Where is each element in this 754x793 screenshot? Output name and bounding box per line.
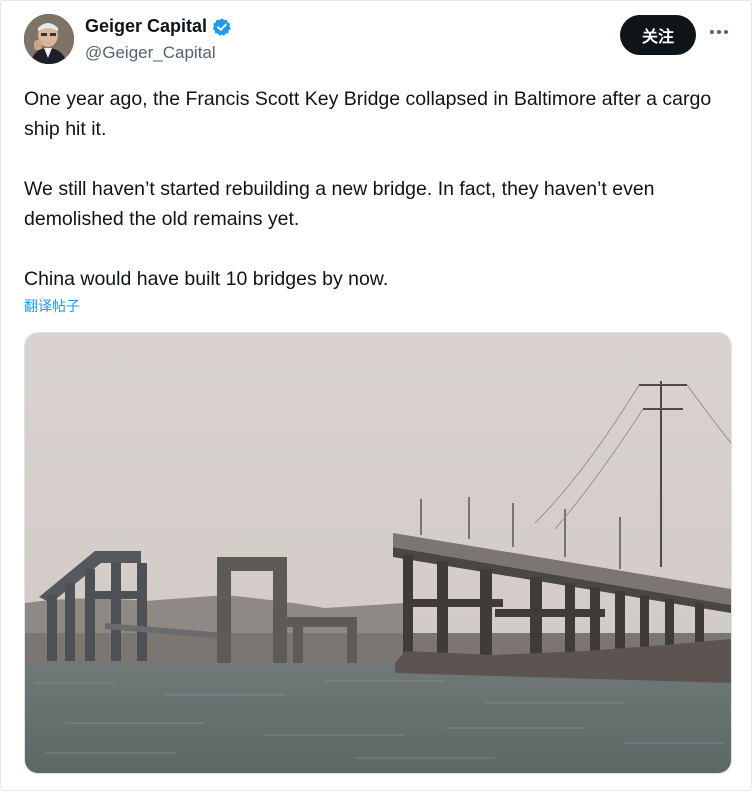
author-handle[interactable]: @Geiger_Capital (85, 43, 216, 63)
author-display-name[interactable]: Geiger Capital (85, 16, 207, 37)
follow-button[interactable]: 关注 (620, 15, 696, 55)
avatar-image (24, 14, 74, 64)
tweet-paragraph: One year ago, the Francis Scott Key Brid… (24, 88, 712, 140)
tweet-text: One year ago, the Francis Scott Key Brid… (24, 84, 734, 294)
bridge-remains-photo (25, 333, 731, 773)
tweet-photo[interactable] (24, 332, 732, 774)
more-horizontal-icon (710, 30, 728, 34)
tweet-paragraph: China would have built 10 bridges by now… (24, 268, 389, 290)
more-options-button[interactable] (705, 18, 733, 46)
author-name-row[interactable]: Geiger Capital (85, 16, 232, 37)
avatar[interactable] (24, 14, 74, 64)
tweet-paragraph: We still haven’t started rebuilding a ne… (24, 178, 655, 230)
verified-badge-icon (212, 17, 231, 36)
translate-post-link[interactable]: 翻译帖子 (24, 296, 80, 316)
